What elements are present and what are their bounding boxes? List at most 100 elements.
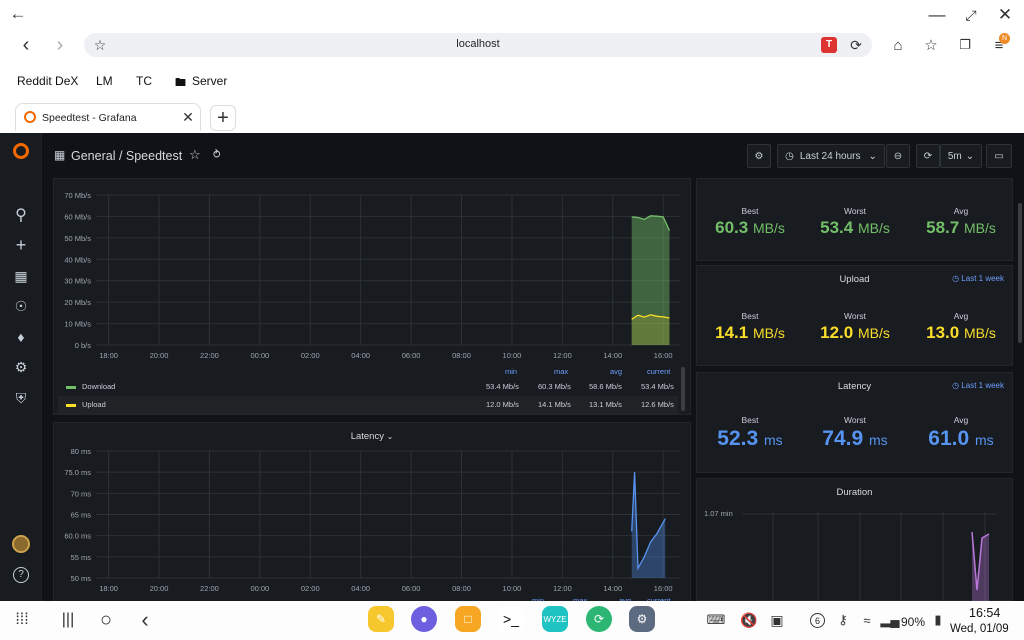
restore-window-icon[interactable]: ⤢ [959, 3, 983, 27]
upload-stat-panel: Upload ◷ Last 1 week Best 14.1 MB/s Wors… [696, 265, 1013, 366]
create-plus-icon[interactable]: + [9, 233, 33, 257]
nav-forward-icon[interactable]: › [48, 33, 72, 57]
back-arrow-icon[interactable]: ← [6, 2, 30, 26]
latency-stat-panel: Latency ◷ Last 1 week Best 52.3 ms Worst… [696, 372, 1013, 473]
files-app-icon[interactable]: □ [455, 606, 481, 632]
x-tick-label: 10:00 [503, 584, 522, 593]
settings-app-icon[interactable]: ⚙ [629, 606, 655, 632]
zoom-out-button[interactable]: ⊖ [886, 144, 910, 168]
home-circle-icon[interactable]: ○ [94, 608, 118, 632]
page-scrollbar[interactable] [1018, 203, 1022, 343]
stat-label: Best [741, 311, 759, 321]
address-bar[interactable]: ☆ localhost T ⟳ [84, 33, 872, 57]
clock-icon: ◷ [952, 381, 960, 390]
x-tick-label: 06:00 [402, 351, 421, 360]
x-tick-label: 02:00 [301, 351, 320, 360]
extension-badge-icon[interactable]: T [821, 37, 837, 53]
clock-date: Wed, 01/09 [950, 623, 1009, 635]
legend-value: 60.3 Mb/s [538, 382, 571, 391]
x-tick-label: 16:00 [654, 351, 673, 360]
notification-count: 6 [810, 613, 825, 628]
stat-unit: ms [764, 432, 783, 448]
sync-app-icon[interactable]: ⟳ [586, 606, 612, 632]
speed-chart: 70 Mb/s 60 Mb/s 50 Mb/s 40 Mb/s 30 Mb/s 20 Mb… [64, 191, 680, 360]
duration-chart [742, 512, 997, 602]
minimize-icon[interactable]: — [925, 3, 949, 27]
grafana-logo-icon[interactable] [9, 139, 33, 163]
screen-capture-icon[interactable]: ▣ [765, 608, 789, 632]
dashboard-settings-button[interactable]: ⚙ [747, 144, 771, 168]
notes-app-icon[interactable]: ✎ [368, 606, 394, 632]
time-override-label: Last 1 week [961, 381, 1004, 390]
browser-chrome: ← — ⤢ ✕ ‹ › ☆ localhost T ⟳ ⌂ ☆ ❐ ≡ N Re… [0, 0, 1024, 133]
legend-value: 53.4 Mb/s [641, 382, 674, 391]
y-tick-label: 10 Mb/s [64, 320, 91, 329]
search-icon[interactable]: ⚲ [9, 203, 33, 227]
favorites-icon[interactable]: ☆ [919, 33, 943, 57]
stat-label: Avg [953, 415, 969, 425]
bookmark-tc[interactable]: TC [136, 74, 152, 88]
stat-label: Best [741, 415, 759, 425]
dashboards-grid-icon[interactable]: ▦ [9, 264, 33, 288]
share-icon[interactable]: ⥁ [213, 148, 221, 161]
wyze-app-icon[interactable]: WYZE [542, 606, 568, 632]
terminal-app-icon[interactable]: >_ [498, 606, 524, 632]
stat-avg: Avg 13.0 MB/s [911, 311, 1011, 343]
stat-label: Worst [843, 206, 867, 216]
legend-swatch-download [66, 386, 76, 389]
volume-icon[interactable]: 🔇 [737, 608, 761, 632]
grafana-favicon-icon [24, 111, 36, 123]
explore-compass-icon[interactable]: ☉ [9, 294, 33, 318]
stat-value: 61.0 [928, 427, 970, 450]
latency-panel-title[interactable]: Latency ⌄ [54, 431, 690, 442]
bookmark-reddit-dex[interactable]: Reddit DeX [17, 74, 78, 88]
tv-mode-button[interactable]: ▭ [986, 144, 1012, 168]
legend-series-name: Download [82, 382, 116, 391]
tabs-icon[interactable]: ❐ [953, 33, 977, 57]
x-tick-label: 22:00 [200, 584, 219, 593]
legend-value: 53.4 Mb/s [486, 382, 519, 391]
time-range-picker[interactable]: ◷ Last 24 hours ⌄ [777, 144, 885, 168]
user-avatar[interactable] [9, 532, 33, 556]
reload-icon[interactable]: ⟳ [844, 33, 868, 57]
stat-label: Worst [843, 415, 867, 425]
home-icon[interactable]: ⌂ [886, 33, 910, 57]
keyboard-icon[interactable]: ⌨ [704, 608, 728, 632]
y-tick-label: 70 Mb/s [64, 191, 91, 200]
new-tab-icon[interactable]: + [210, 105, 236, 131]
y-tick-label: 50 Mb/s [64, 234, 91, 243]
stat-unit: MB/s [752, 325, 785, 341]
shield-icon[interactable]: ⛨ [9, 386, 33, 410]
upload-area [631, 314, 670, 345]
app-drawer-icon[interactable]: ⁞⁞⁞ [10, 608, 34, 632]
stat-unit: MB/s [963, 325, 996, 341]
close-window-icon[interactable]: ✕ [993, 3, 1017, 27]
bookmark-server[interactable]: Server [192, 74, 227, 88]
bookmark-lm[interactable]: LM [96, 74, 113, 88]
internet-app-icon[interactable]: ● [411, 606, 437, 632]
legend-value: 58.6 Mb/s [589, 382, 622, 391]
refresh-interval-picker[interactable]: 5m ⌄ [940, 144, 982, 168]
x-tick-label: 08:00 [452, 584, 471, 593]
refresh-button[interactable]: ⟳ [916, 144, 940, 168]
legend-scrollbar[interactable] [681, 367, 685, 411]
panel-title[interactable]: Duration [697, 487, 1012, 498]
refresh-interval-label: 5m [947, 150, 962, 162]
legend-row-download[interactable]: Download 53.4 Mb/s 60.3 Mb/s 58.6 Mb/s 5… [58, 378, 678, 396]
settings-gear-icon[interactable]: ⚙ [9, 355, 33, 379]
stat-value: 14.1 [715, 323, 749, 342]
x-tick-label: 22:00 [200, 351, 219, 360]
y-tick-label: 80 ms [71, 447, 92, 456]
nav-back-icon[interactable]: ‹ [14, 33, 38, 57]
legend-row-upload[interactable]: Upload 12.0 Mb/s 14.1 Mb/s 13.1 Mb/s 12.… [58, 396, 678, 414]
x-tick-label: 18:00 [99, 584, 118, 593]
alerting-bell-icon[interactable]: ♦ [9, 325, 33, 349]
star-icon[interactable]: ☆ [189, 147, 201, 163]
close-tab-icon[interactable]: ✕ [176, 105, 200, 129]
breadcrumb[interactable]: General / Speedtest [71, 149, 182, 163]
recents-icon[interactable]: ||| [56, 608, 80, 632]
stat-worst: Worst 12.0 MB/s [805, 311, 905, 343]
back-chevron-icon[interactable]: ‹ [133, 607, 157, 632]
tab-speedtest[interactable]: Speedtest - Grafana ✕ [15, 103, 201, 131]
help-icon[interactable]: ? [9, 563, 33, 587]
